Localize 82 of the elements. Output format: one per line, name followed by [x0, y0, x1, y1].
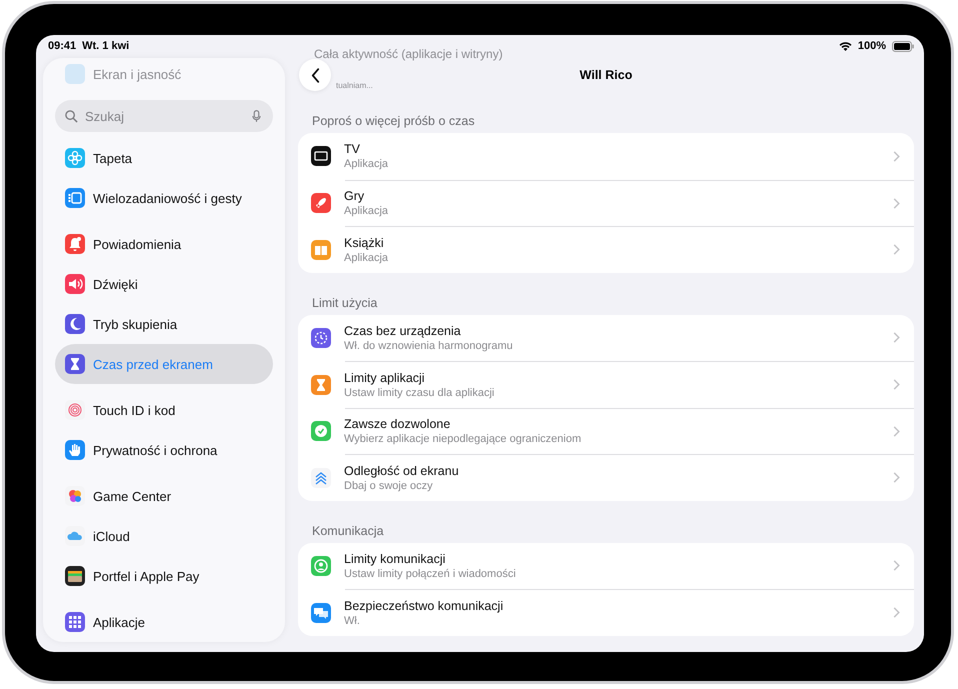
row-subtitle: Aplikacja: [344, 158, 390, 170]
row-title: Odległość od ekranu: [344, 464, 460, 478]
chevron-icon: [893, 379, 900, 390]
check-icon: [311, 421, 331, 442]
chevron-icon: [893, 607, 900, 618]
microphone-icon[interactable]: [252, 110, 261, 123]
rocket-icon: [311, 193, 331, 214]
chevron-icon: [893, 150, 900, 162]
back-button[interactable]: [299, 59, 331, 91]
chevron-icon: [893, 472, 900, 484]
status-date: Wt. 1 kwi: [82, 40, 130, 52]
hand-icon: [65, 440, 85, 460]
row-subtitle: Wł. do wznowienia harmonogramu: [344, 340, 514, 352]
settings-row[interactable]: TV Aplikacja: [311, 133, 914, 180]
settings-row[interactable]: Zawsze dozwolone Wybierz aplikacje niepodlegające ograniczeniom: [345, 408, 914, 454]
sidebar-item[interactable]: Powiadomienia: [55, 224, 273, 264]
chevron-icon: [893, 426, 900, 437]
wallet-icon: [65, 566, 85, 586]
settings-row[interactable]: Książki Aplikacja: [345, 226, 914, 272]
book-icon: [311, 240, 331, 260]
row-subtitle: Wł.: [344, 614, 361, 627]
row-subtitle: Aplikacja: [344, 252, 390, 264]
row-subtitle: Wybierz aplikacje niepodlegające ograniczeniom: [344, 433, 582, 446]
row-subtitle: Ustaw limity czasu dla aplikacji: [344, 386, 496, 399]
row-title: Limity komunikacji: [344, 552, 446, 566]
section-header: Komunikacja: [311, 522, 385, 540]
speaker-icon: [65, 274, 85, 294]
moon-icon: [65, 314, 85, 334]
faded-status-text: tualniam...: [336, 81, 373, 90]
sidebar-item[interactable]: Wielozadaniowość i gesty: [55, 178, 273, 218]
sidebar-item[interactable]: Game Center: [55, 476, 273, 516]
bubbles2-icon: [311, 602, 331, 623]
row-title: Gry: [344, 189, 366, 204]
chevrons-icon: [311, 468, 331, 488]
multitask-icon: [65, 188, 85, 208]
tv-icon: [311, 146, 331, 166]
status-time: 09:41: [48, 40, 76, 52]
section-header: Poproś o więcej próśb o czas: [311, 113, 476, 130]
chevron-icon: [893, 560, 900, 572]
chevron-icon: [893, 198, 900, 209]
sidebar-item[interactable]: Prywatność i ochrona: [55, 430, 273, 470]
chevron-icon: [893, 244, 900, 256]
settings-row[interactable]: Limity komunikacji Ustaw limity połączeń i wiadomości: [311, 542, 914, 589]
sidebar-item[interactable]: Dźwięki: [55, 264, 273, 304]
row-title: Czas bez urządzenia: [344, 324, 462, 338]
sidebar-item[interactable]: Touch ID i kod: [55, 390, 273, 430]
page-title: Will Rico: [580, 68, 632, 82]
row-subtitle: Ustaw limity połączeń i wiadomości: [344, 568, 517, 580]
settings-row[interactable]: Gry Aplikacja: [345, 180, 914, 226]
settings-row[interactable]: Limity aplikacji Ustaw limity czasu dla aplikacji: [345, 361, 914, 408]
settings-row[interactable]: Bezpieczeństwo komunikacji Wł.: [345, 589, 914, 636]
flower-icon: [65, 148, 85, 168]
person-icon: [311, 556, 331, 576]
wifi-icon: [838, 41, 852, 51]
row-title: Bezpieczeństwo komunikacji: [344, 598, 504, 613]
section-header: Limit użycia: [311, 294, 378, 312]
search-field[interactable]: Szukaj: [55, 100, 273, 132]
row-subtitle: Aplikacja: [344, 205, 390, 218]
row-title: Zawsze dozwolone: [344, 417, 452, 432]
faded-heading: Cała aktywność (aplikacje i witryny): [314, 47, 503, 61]
battery-icon: [892, 40, 914, 52]
sidebar-item[interactable]: Portfel i Apple Pay: [55, 556, 273, 596]
row-title: Limity aplikacji: [344, 370, 426, 385]
back-icon: [310, 68, 320, 82]
bell-icon: [65, 234, 85, 254]
grid-icon: [65, 612, 85, 632]
search-icon: [65, 110, 78, 123]
sidebar-item[interactable]: iCloud: [55, 516, 273, 556]
clock-icon: [311, 328, 331, 348]
sidebar-item[interactable]: Aplikacje: [55, 602, 273, 642]
hourglass-icon: [65, 354, 85, 374]
settings-row[interactable]: Czas bez urządzenia Wł. do wznowienia harmonogramu: [311, 314, 914, 361]
hourglass-icon: [311, 374, 331, 395]
settings-row[interactable]: Odległość od ekranu Dbaj o swoje oczy: [345, 454, 914, 500]
chevron-icon: [893, 332, 900, 344]
sidebar-item[interactable]: Tryb skupienia: [55, 304, 273, 344]
row-subtitle: Dbaj o swoje oczy: [344, 480, 434, 492]
sidebar-item[interactable]: Tapeta: [55, 138, 273, 178]
row-title: Książki: [344, 236, 385, 250]
battery-percent: 100%: [858, 40, 886, 52]
sidebar-item-label: Ekran i jasność: [93, 66, 182, 82]
row-title: TV: [344, 142, 361, 156]
